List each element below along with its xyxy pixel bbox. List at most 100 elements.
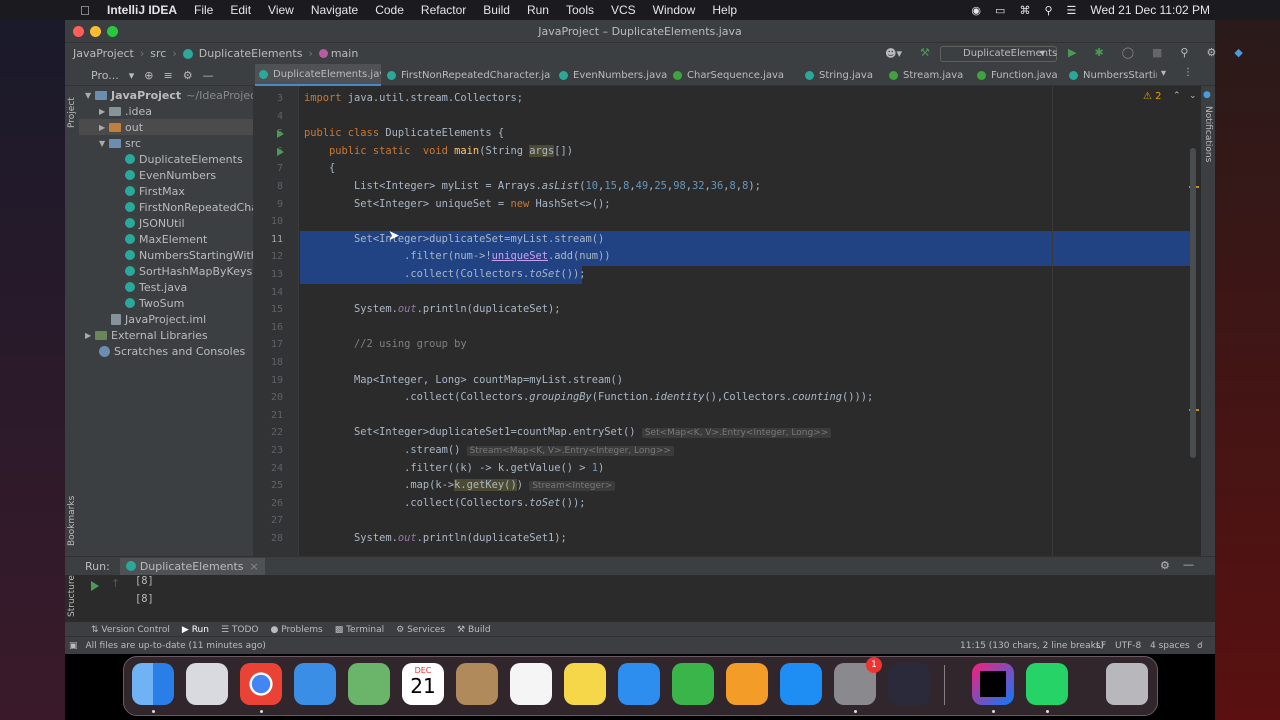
breadcrumb-file[interactable]: DuplicateElements <box>199 47 303 60</box>
tool-run[interactable]: ▶ Run <box>182 625 209 635</box>
menu-tools[interactable]: Tools <box>566 3 594 17</box>
breadcrumb-method[interactable]: main <box>331 47 358 60</box>
chevron-up-icon[interactable]: ⌃ <box>1173 91 1181 101</box>
tree-item-file[interactable]: MaxElement <box>125 231 207 247</box>
system-preferences-icon[interactable]: 1 <box>834 657 882 705</box>
tree-item-file[interactable]: Test.java <box>125 279 187 295</box>
maps-icon[interactable] <box>348 663 390 705</box>
intellij-icon[interactable] <box>972 663 1014 705</box>
tool-version-control[interactable]: ⇅ Version Control <box>91 625 170 635</box>
tree-item-file[interactable]: TwoSum <box>125 295 184 311</box>
keynote-icon[interactable] <box>618 663 660 705</box>
tool-problems[interactable]: ● Problems <box>271 625 323 635</box>
run-config-select[interactable]: DuplicateElements ▾ <box>940 46 1057 62</box>
bookmarks-tool-label[interactable]: Bookmarks <box>67 496 77 546</box>
run-gutter-icon[interactable] <box>277 147 284 156</box>
gear-icon[interactable]: ⚙ <box>1206 46 1216 59</box>
tab-stream[interactable]: Stream.java <box>885 64 975 86</box>
menu-view[interactable]: View <box>268 3 294 17</box>
code-editor[interactable]: import java.util.stream.Collectors; publ… <box>300 86 1215 556</box>
caret-position[interactable]: 11:15 (130 chars, 2 line breaks) <box>960 641 1104 651</box>
trash-icon[interactable] <box>1106 663 1148 705</box>
tree-item-file[interactable]: EvenNumbers <box>125 167 216 183</box>
app-store-icon[interactable] <box>780 663 822 705</box>
indent-setting[interactable]: 4 spaces <box>1150 641 1190 651</box>
notifications-tool-label[interactable]: Notifications <box>1203 106 1213 162</box>
tab-first-non-repeated[interactable]: FirstNonRepeatedCharacter.java <box>383 64 551 86</box>
hide-icon[interactable]: — <box>203 69 214 82</box>
quicktime-icon[interactable] <box>888 663 930 705</box>
notes-icon[interactable] <box>564 663 606 705</box>
menu-navigate[interactable]: Navigate <box>311 3 358 17</box>
menu-edit[interactable]: Edit <box>230 3 251 17</box>
tab-function[interactable]: Function.java <box>973 64 1065 86</box>
reminders-icon[interactable] <box>510 663 552 705</box>
tool-build[interactable]: ⚒ Build <box>457 625 491 635</box>
menu-file[interactable]: File <box>194 3 213 17</box>
hammer-icon[interactable]: ⚒ <box>920 46 930 59</box>
tree-item-file[interactable]: SortHashMapByKeysIn <box>125 263 253 279</box>
tree-item-out[interactable]: ▶ out <box>79 119 253 135</box>
tree-item-src[interactable]: ▼ src <box>99 135 141 151</box>
coverage-icon[interactable]: ◯ <box>1122 46 1134 59</box>
menu-code[interactable]: Code <box>375 3 404 17</box>
breadcrumb-project[interactable]: JavaProject <box>73 47 134 60</box>
launchpad-icon[interactable] <box>186 663 228 705</box>
menu-refactor[interactable]: Refactor <box>421 3 466 17</box>
tab-duplicate-elements[interactable]: DuplicateElements.java × <box>255 64 381 86</box>
app-menu[interactable]: IntelliJ IDEA <box>107 3 177 17</box>
close-icon[interactable]: × <box>250 560 259 573</box>
user-icon[interactable]: ☻▾ <box>885 47 902 60</box>
tree-item-file[interactable]: NumbersStartingWith <box>125 247 253 263</box>
pages-icon[interactable] <box>726 663 768 705</box>
run-icon[interactable]: ▶ <box>1068 46 1076 59</box>
tree-item-file[interactable]: JSONUtil <box>125 215 185 231</box>
tool-todo[interactable]: ☰ TODO <box>221 625 259 635</box>
hide-icon[interactable]: — <box>1183 558 1194 571</box>
tree-item-file[interactable]: FirstMax <box>125 183 185 199</box>
numbers-icon[interactable] <box>672 663 714 705</box>
file-encoding[interactable]: UTF-8 <box>1115 641 1141 651</box>
warning-indicator[interactable]: ⚠ 2 <box>1143 91 1162 102</box>
project-view-label[interactable]: Pro... <box>91 69 119 82</box>
menu-help[interactable]: Help <box>712 3 737 17</box>
rerun-icon[interactable] <box>91 581 99 591</box>
tree-item-file[interactable]: DuplicateElements <box>125 151 243 167</box>
tree-item-external-libraries[interactable]: ▶ External Libraries <box>85 327 208 343</box>
tab-numbers-starting[interactable]: NumbersStartingW <box>1065 64 1157 86</box>
tree-root[interactable]: ▼ JavaProject ~/IdeaProjects <box>85 87 253 103</box>
tab-string[interactable]: String.java <box>801 64 885 86</box>
search-icon[interactable]: ⚲ <box>1180 46 1188 59</box>
calendar-icon[interactable]: DEC 21 <box>402 663 444 705</box>
clock[interactable]: Wed 21 Dec 11:02 PM <box>1090 3 1210 17</box>
minimize-button[interactable] <box>90 26 101 37</box>
project-tool-label[interactable]: Project <box>67 97 77 128</box>
debug-icon[interactable]: ✱ <box>1094 46 1103 59</box>
more-icon[interactable]: ⋮ <box>1183 67 1193 78</box>
tool-services[interactable]: ⚙ Services <box>396 625 445 635</box>
structure-tool-label[interactable]: Structure <box>67 575 77 617</box>
tree-item-file[interactable]: FirstNonRepeatedCha <box>125 199 253 215</box>
control-center-icon[interactable]: ☰ <box>1067 4 1077 17</box>
menu-vcs[interactable]: VCS <box>611 3 636 17</box>
mail-icon[interactable] <box>294 663 336 705</box>
chevron-down-icon[interactable]: ▾ <box>129 69 135 82</box>
search-icon[interactable]: ⚲ <box>1044 4 1052 17</box>
finder-icon[interactable] <box>132 663 174 705</box>
wifi-icon[interactable]: ⌘ <box>1019 4 1030 17</box>
apple-icon[interactable]:  <box>80 3 92 18</box>
tab-even-numbers[interactable]: EvenNumbers.java <box>555 64 667 86</box>
tree-item-idea[interactable]: ▶ .idea <box>99 103 152 119</box>
tool-terminal[interactable]: ▩ Terminal <box>335 625 384 635</box>
menu-window[interactable]: Window <box>653 3 696 17</box>
stop-icon[interactable]: ■ <box>1152 46 1162 59</box>
tree-item-scratches[interactable]: Scratches and Consoles <box>99 343 245 359</box>
zoom-button[interactable] <box>107 26 118 37</box>
run-tab[interactable]: DuplicateElements × <box>119 557 265 575</box>
collapse-icon[interactable]: ≡ <box>164 69 173 82</box>
tree-item-iml[interactable]: JavaProject.iml <box>111 311 206 327</box>
close-button[interactable] <box>73 26 84 37</box>
run-gutter-icon[interactable] <box>277 130 284 139</box>
tab-char-sequence[interactable]: CharSequence.java <box>669 64 799 86</box>
menu-run[interactable]: Run <box>527 3 549 17</box>
